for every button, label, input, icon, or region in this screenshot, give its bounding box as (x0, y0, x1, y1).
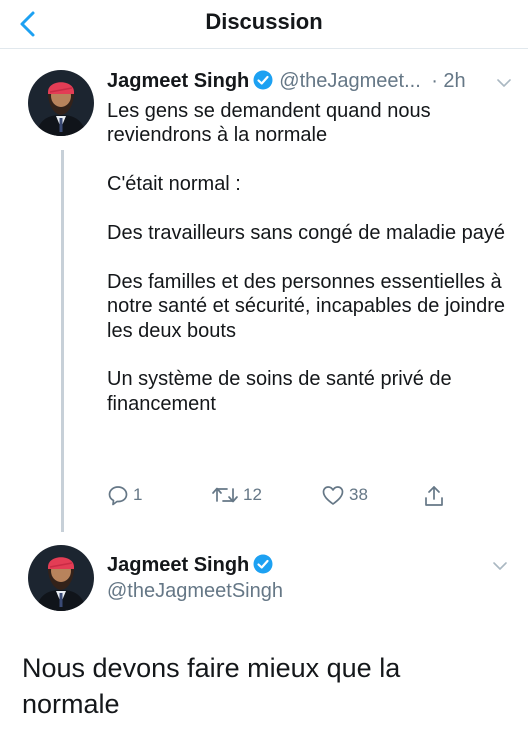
tweet-paragraph: Des familles et des personnes essentiell… (107, 270, 506, 342)
top-bar: Discussion (0, 0, 528, 49)
verified-badge-icon (253, 70, 273, 90)
thread-connector (61, 150, 64, 532)
tweet-header: Jagmeet Singh (107, 554, 273, 577)
like-button[interactable]: 38 (321, 484, 368, 506)
retweet-count: 12 (243, 485, 262, 504)
heart-icon (322, 486, 344, 505)
retweet-icon (212, 487, 238, 503)
tweet-paragraph: Les gens se demandent quand nous reviend… (107, 100, 431, 147)
like-count: 38 (349, 485, 368, 504)
tweet-paragraph: Des travailleurs sans congé de maladie p… (107, 222, 505, 244)
tweet-paragraph: C'était normal : (107, 173, 241, 196)
main-tweet-text: Nous devons faire mieux que la normale (22, 653, 401, 719)
author-name[interactable]: Jagmeet Singh (107, 554, 249, 576)
tweet-header: Jagmeet Singh @theJagmeet... · 2h (107, 70, 466, 93)
author-handle[interactable]: @theJagmeet... (279, 70, 420, 92)
share-button[interactable] (423, 484, 449, 508)
page-title: Discussion (205, 9, 323, 34)
retweet-button[interactable]: 12 (211, 484, 262, 506)
reply-count: 1 (133, 485, 143, 504)
avatar[interactable] (28, 545, 94, 611)
author-name[interactable]: Jagmeet Singh (107, 70, 249, 92)
tweet-options-chevron-icon[interactable] (492, 561, 508, 571)
tweet-paragraph: Un système de soins de santé privé de fi… (107, 368, 452, 415)
author-handle[interactable]: @theJagmeetSingh (107, 580, 283, 603)
tweet-options-chevron-icon[interactable] (496, 78, 512, 88)
avatar[interactable] (28, 70, 94, 136)
tweet-actions: 1 12 38 (107, 484, 467, 510)
verified-badge-icon (253, 554, 273, 574)
reply-icon (108, 486, 128, 506)
tweet-body: Les gens se demandent quand nous reviend… (107, 99, 507, 416)
share-icon (425, 486, 443, 506)
timestamp: · 2h (431, 70, 466, 92)
reply-button[interactable]: 1 (107, 484, 142, 506)
